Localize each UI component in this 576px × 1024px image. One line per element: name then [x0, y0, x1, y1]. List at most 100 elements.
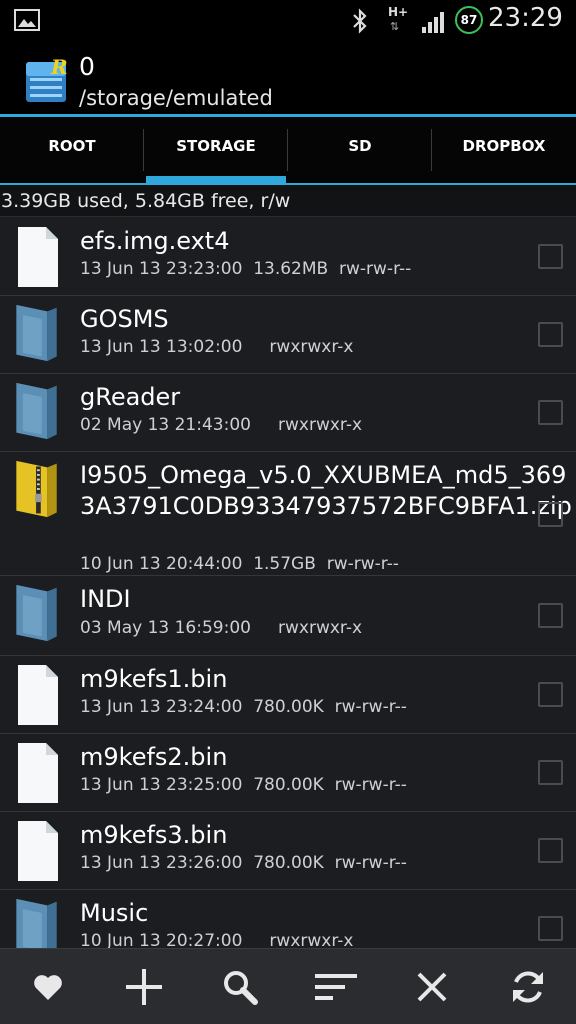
file-permissions: rw-rw-r--: [339, 259, 412, 279]
tab-label: STORAGE: [176, 137, 256, 155]
file-icon: [18, 227, 58, 287]
select-checkbox[interactable]: [538, 603, 563, 628]
plus-icon: [126, 969, 162, 1005]
list-item[interactable]: efs.img.ext4 13 Jun 13 23:23:00 13.62MB …: [0, 218, 576, 296]
page-title: 0: [79, 52, 95, 81]
clock: 23:29: [488, 3, 563, 33]
storage-usage: 3.39GB used, 5.84GB free, r/w: [0, 185, 576, 217]
select-checkbox[interactable]: [538, 322, 563, 347]
signal-icon: [422, 12, 444, 33]
close-button[interactable]: [384, 949, 480, 1024]
file-date: 13 Jun 13 23:26:00: [80, 853, 243, 873]
select-checkbox[interactable]: [538, 502, 563, 527]
file-name: m9kefs3.bin: [80, 821, 228, 849]
action-bar: R 0 /storage/emulated: [0, 40, 576, 114]
file-icon: [18, 743, 58, 803]
refresh-icon: [513, 971, 543, 1003]
file-permissions: rwxrwxr-x: [269, 337, 354, 357]
file-name: I9505_Omega_v5.0_XXUBMEA_md5_3693A3791C0…: [80, 461, 572, 520]
tab-label: DROPBOX: [462, 137, 546, 155]
tab-label: SD: [348, 137, 372, 155]
heart-icon: [34, 975, 62, 1000]
file-meta: 03 May 13 16:59:00 rwxrwxr-x: [80, 618, 362, 638]
file-meta: 13 Jun 13 13:02:00 rwxrwxr-x: [80, 337, 353, 357]
select-checkbox[interactable]: [538, 838, 563, 863]
search-icon: [224, 971, 258, 1005]
sort-button[interactable]: [288, 949, 384, 1024]
location-tabs: ROOT STORAGE SD DROPBOX: [0, 117, 576, 183]
file-permissions: rw-rw-r--: [326, 554, 399, 574]
file-size: 780.00K: [253, 853, 324, 873]
list-item[interactable]: GOSMS 13 Jun 13 13:02:00 rwxrwxr-x: [0, 296, 576, 374]
tab-sd[interactable]: SD: [288, 117, 432, 183]
file-icon: [18, 665, 58, 725]
select-checkbox[interactable]: [538, 760, 563, 785]
file-meta: 13 Jun 13 23:24:00 780.00K rw-rw-r--: [80, 697, 407, 717]
file-meta: 13 Jun 13 23:25:00 780.00K rw-rw-r--: [80, 775, 407, 795]
file-date: 13 Jun 13 23:24:00: [80, 697, 243, 717]
svg-text:R: R: [50, 55, 68, 79]
root-explorer-icon[interactable]: R: [24, 54, 68, 104]
select-checkbox[interactable]: [538, 400, 563, 425]
file-size: 780.00K: [253, 697, 324, 717]
file-meta: 10 Jun 13 20:27:00 rwxrwxr-x: [80, 931, 353, 948]
file-meta: 10 Jun 13 20:44:00 1.57GB rw-rw-r--: [80, 554, 399, 574]
file-permissions: rw-rw-r--: [334, 775, 407, 795]
network-type: H+: [388, 5, 409, 19]
folder-icon: [16, 382, 57, 440]
list-item[interactable]: I9505_Omega_v5.0_XXUBMEA_md5_3693A3791C0…: [0, 452, 576, 576]
file-size: 1.57GB: [253, 554, 316, 574]
refresh-button[interactable]: [480, 949, 576, 1024]
file-date: 13 Jun 13 13:02:00: [80, 337, 243, 357]
file-meta: 13 Jun 13 23:26:00 780.00K rw-rw-r--: [80, 853, 407, 873]
file-name: m9kefs2.bin: [80, 743, 228, 771]
list-item[interactable]: Music 10 Jun 13 20:27:00 rwxrwxr-x: [0, 890, 576, 948]
list-item[interactable]: m9kefs3.bin 13 Jun 13 23:26:00 780.00K r…: [0, 812, 576, 890]
tab-storage[interactable]: STORAGE: [144, 117, 288, 183]
select-checkbox[interactable]: [538, 916, 563, 941]
list-item[interactable]: gReader 02 May 13 21:43:00 rwxrwxr-x: [0, 374, 576, 452]
file-size: 13.62MB: [253, 259, 329, 279]
battery-icon: 87: [455, 6, 483, 34]
select-checkbox[interactable]: [538, 244, 563, 269]
network-arrows: ⇅: [390, 20, 400, 33]
list-item[interactable]: m9kefs2.bin 13 Jun 13 23:25:00 780.00K r…: [0, 734, 576, 812]
file-name: efs.img.ext4: [80, 227, 230, 255]
sort-icon: [315, 974, 357, 1000]
network-icon: H+ ⇅: [388, 5, 410, 35]
selected-tab-indicator: [146, 176, 286, 183]
favorites-button[interactable]: [0, 949, 96, 1024]
file-icon: [18, 821, 58, 881]
folder-icon: [16, 584, 57, 642]
file-date: 13 Jun 13 23:23:00: [80, 259, 243, 279]
file-name: INDI: [80, 585, 131, 613]
new-button[interactable]: [96, 949, 192, 1024]
file-date: 10 Jun 13 20:44:00: [80, 554, 243, 574]
file-list[interactable]: efs.img.ext4 13 Jun 13 23:23:00 13.62MB …: [0, 218, 576, 948]
file-permissions: rw-rw-r--: [334, 853, 407, 873]
file-date: 10 Jun 13 20:27:00: [80, 931, 243, 948]
tab-dropbox[interactable]: DROPBOX: [432, 117, 576, 183]
tab-root[interactable]: ROOT: [0, 117, 144, 183]
search-button[interactable]: [192, 949, 288, 1024]
file-date: 02 May 13 21:43:00: [80, 415, 251, 435]
file-meta: 02 May 13 21:43:00 rwxrwxr-x: [80, 415, 362, 435]
picture-icon: [14, 9, 40, 31]
tab-label: ROOT: [48, 137, 96, 155]
file-permissions: rwxrwxr-x: [269, 931, 354, 948]
folder-icon: [16, 304, 57, 362]
file-date: 03 May 13 16:59:00: [80, 618, 251, 638]
file-date: 13 Jun 13 23:25:00: [80, 775, 243, 795]
file-meta: 13 Jun 13 23:23:00 13.62MB rw-rw-r--: [80, 259, 411, 279]
list-item[interactable]: m9kefs1.bin 13 Jun 13 23:24:00 780.00K r…: [0, 656, 576, 734]
list-item[interactable]: INDI 03 May 13 16:59:00 rwxrwxr-x: [0, 576, 576, 656]
file-name: m9kefs1.bin: [80, 665, 228, 693]
file-name: Music: [80, 899, 149, 927]
file-name: gReader: [80, 383, 181, 411]
select-checkbox[interactable]: [538, 682, 563, 707]
file-permissions: rw-rw-r--: [334, 697, 407, 717]
close-icon: [417, 972, 447, 1002]
file-permissions: rwxrwxr-x: [278, 415, 363, 435]
status-bar: H+ ⇅ 87 23:29: [0, 0, 576, 40]
current-path: /storage/emulated: [79, 86, 273, 110]
